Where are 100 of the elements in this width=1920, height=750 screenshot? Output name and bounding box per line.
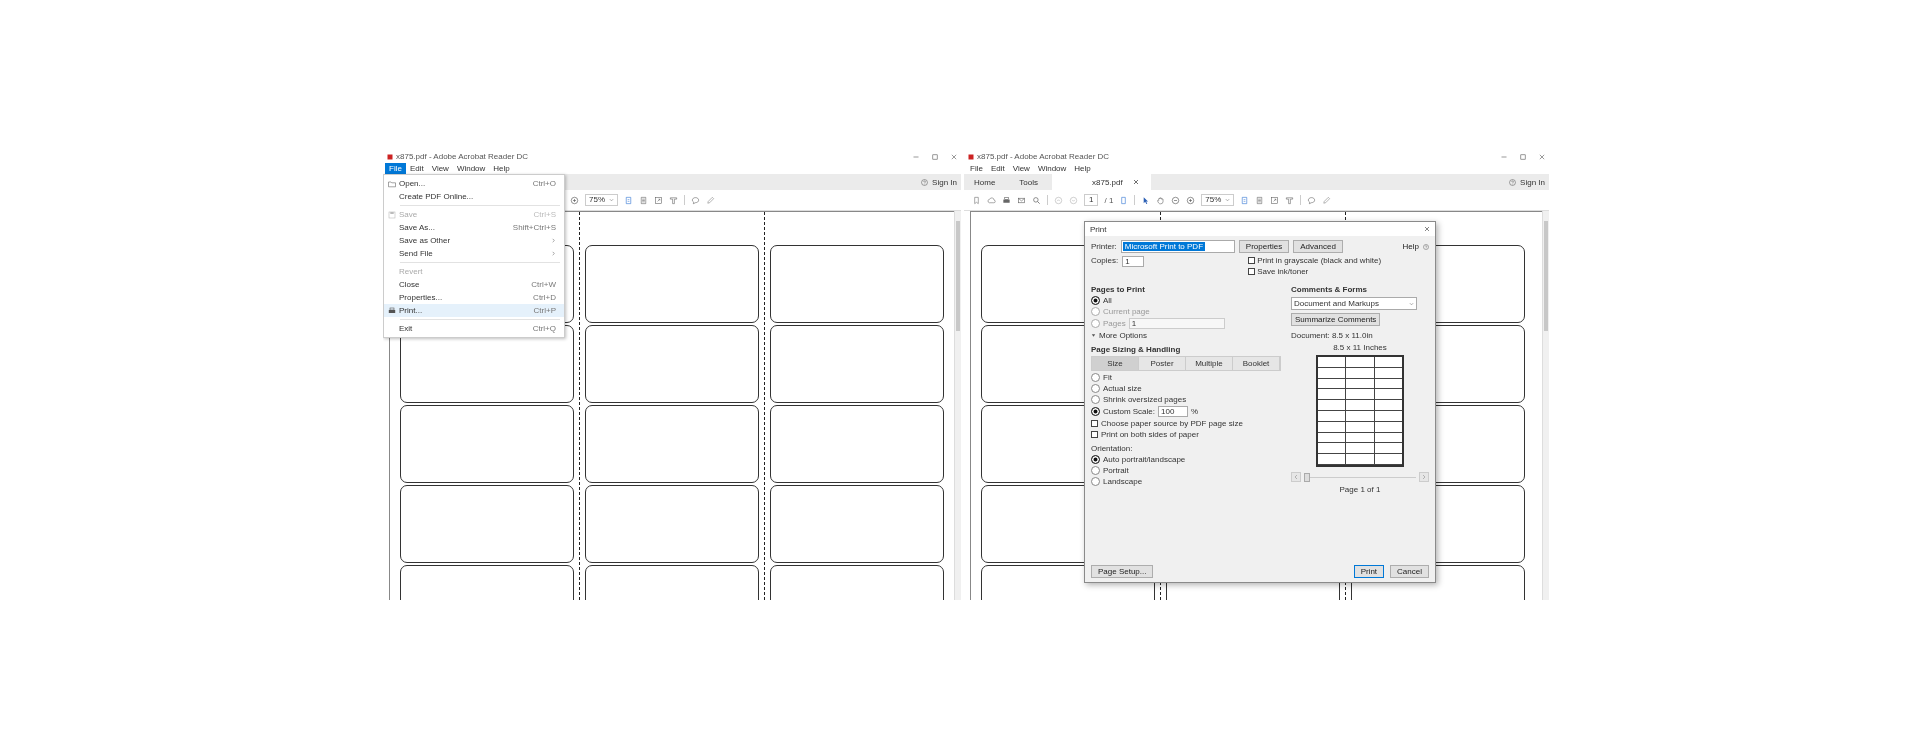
close-icon[interactable] xyxy=(951,153,957,160)
sizing-tab[interactable]: Booklet xyxy=(1233,357,1280,370)
menu-item[interactable]: File xyxy=(966,163,987,174)
menu-item[interactable]: Close Ctrl+W xyxy=(384,278,564,291)
scale-field[interactable]: 100 xyxy=(1158,406,1189,417)
help-link[interactable]: Help xyxy=(1402,242,1419,251)
menu-item[interactable]: Window xyxy=(1033,163,1071,174)
menu-item[interactable]: Help xyxy=(489,163,514,174)
menu-item[interactable]: Send File xyxy=(384,247,564,260)
menu-item[interactable]: Save As... Shift+Ctrl+S xyxy=(384,221,564,234)
close-icon[interactable] xyxy=(1424,226,1430,232)
menu-item[interactable]: View xyxy=(427,163,453,174)
maximize-icon[interactable] xyxy=(1520,153,1526,160)
copies-field[interactable]: 1 xyxy=(1122,256,1145,267)
checkbox[interactable] xyxy=(1091,431,1098,438)
tab[interactable]: Home xyxy=(964,174,1006,190)
page-number-field[interactable]: 1 xyxy=(1084,194,1099,206)
menu-item[interactable]: Window xyxy=(452,163,490,174)
radio-button[interactable] xyxy=(1091,384,1100,393)
menu-item[interactable]: Open... Ctrl+O xyxy=(384,177,564,190)
zoom-dropdown[interactable]: 75% xyxy=(1201,194,1235,206)
zoom-out-icon[interactable] xyxy=(1171,195,1181,205)
sizing-tab[interactable]: Size xyxy=(1092,357,1139,370)
menu-item[interactable]: Edit xyxy=(986,163,1009,174)
checkbox[interactable] xyxy=(1248,257,1256,264)
app-icon xyxy=(387,153,393,160)
help-icon[interactable] xyxy=(1509,178,1517,186)
menu-item[interactable]: Edit xyxy=(405,163,428,174)
comments-select[interactable]: Document and Markups xyxy=(1291,297,1417,310)
print-button[interactable]: Print xyxy=(1353,565,1385,578)
checkbox-label: Choose paper source by PDF page size xyxy=(1101,419,1243,428)
print-icon[interactable] xyxy=(1002,195,1011,205)
next-page-icon[interactable] xyxy=(1419,472,1429,482)
rotate-icon[interactable] xyxy=(1270,195,1280,205)
checkbox[interactable] xyxy=(1248,268,1256,275)
sign-in-link[interactable]: Sign In xyxy=(1520,177,1545,187)
sizing-tab[interactable]: Poster xyxy=(1139,357,1186,370)
menu-item[interactable]: Exit Ctrl+Q xyxy=(384,322,564,335)
minimize-icon[interactable] xyxy=(1501,153,1507,160)
page-setup-button[interactable]: Page Setup... xyxy=(1091,565,1154,578)
checkbox[interactable] xyxy=(1091,420,1098,427)
close-icon[interactable] xyxy=(1132,179,1139,185)
menu-item[interactable]: Help xyxy=(1070,163,1095,174)
radio-button[interactable] xyxy=(1091,455,1100,464)
expand-icon[interactable] xyxy=(1091,333,1096,338)
sign-in-link[interactable]: Sign In xyxy=(932,177,957,187)
unit-label: % xyxy=(1191,407,1199,416)
radio-button[interactable] xyxy=(1091,395,1100,404)
radio-button[interactable] xyxy=(1091,296,1100,305)
slider-thumb[interactable] xyxy=(1304,472,1310,482)
previous-page-icon[interactable] xyxy=(1291,472,1301,482)
fit-page-icon[interactable] xyxy=(624,195,633,205)
radio-button[interactable] xyxy=(1091,466,1100,475)
page-fit-icon[interactable] xyxy=(1119,195,1129,205)
pen-icon[interactable] xyxy=(1322,195,1332,205)
search-icon[interactable] xyxy=(1032,195,1041,205)
tab[interactable]: x875.pdf xyxy=(1052,174,1151,190)
scrollbar[interactable] xyxy=(954,211,961,600)
page-up-icon[interactable] xyxy=(1054,195,1063,205)
scrollbar[interactable] xyxy=(1542,211,1549,600)
help-icon[interactable] xyxy=(1423,243,1429,250)
mail-icon[interactable] xyxy=(1017,195,1026,205)
sizing-tab[interactable]: Multiple xyxy=(1186,357,1233,370)
section-heading: Page Sizing & Handling xyxy=(1091,345,1182,354)
more-options-toggle[interactable]: More Options xyxy=(1099,331,1148,340)
scroll-mode-icon[interactable] xyxy=(639,195,648,205)
page-down-icon[interactable] xyxy=(1069,195,1078,205)
zoom-in-icon[interactable] xyxy=(1186,195,1196,205)
comment-icon[interactable] xyxy=(691,195,700,205)
maximize-icon[interactable] xyxy=(932,153,938,160)
menu-item[interactable]: Properties... Ctrl+D xyxy=(384,291,564,304)
close-icon[interactable] xyxy=(1539,153,1545,160)
fit-page-icon[interactable] xyxy=(1240,195,1250,205)
menu-item[interactable]: Create PDF Online... xyxy=(384,190,564,203)
menu-item[interactable]: Save as Other xyxy=(384,234,564,247)
radio-button[interactable] xyxy=(1091,373,1100,382)
zoom-dropdown[interactable]: 75% xyxy=(585,194,618,206)
menu-item[interactable]: File xyxy=(385,163,406,174)
bookmark-icon[interactable] xyxy=(972,195,981,205)
copies-label: Copies: xyxy=(1091,256,1119,265)
minimize-icon[interactable] xyxy=(913,153,919,160)
cloud-icon[interactable] xyxy=(987,195,996,205)
cancel-button[interactable]: Cancel xyxy=(1390,565,1429,578)
help-icon[interactable] xyxy=(921,178,929,186)
menu-item[interactable]: Print... Ctrl+P xyxy=(384,304,564,317)
scroll-mode-icon[interactable] xyxy=(1255,195,1265,205)
comment-icon[interactable] xyxy=(1307,195,1317,205)
radio-button[interactable] xyxy=(1091,477,1100,486)
zoom-in-icon[interactable] xyxy=(570,195,579,205)
tab[interactable]: Tools xyxy=(1009,174,1049,190)
menu-item[interactable]: View xyxy=(1008,163,1034,174)
dialog-button[interactable]: Properties xyxy=(1238,240,1290,253)
radio-label: Current page xyxy=(1103,307,1150,316)
rotate-icon[interactable] xyxy=(654,195,663,205)
dialog-title: Print xyxy=(1090,224,1107,234)
summarize-button[interactable]: Summarize Comments xyxy=(1291,313,1381,326)
printer-select[interactable]: Microsoft Print to PDF xyxy=(1120,240,1235,253)
dialog-button[interactable]: Advanced xyxy=(1293,240,1343,253)
radio-button[interactable] xyxy=(1091,407,1100,416)
pen-icon[interactable] xyxy=(706,195,715,205)
